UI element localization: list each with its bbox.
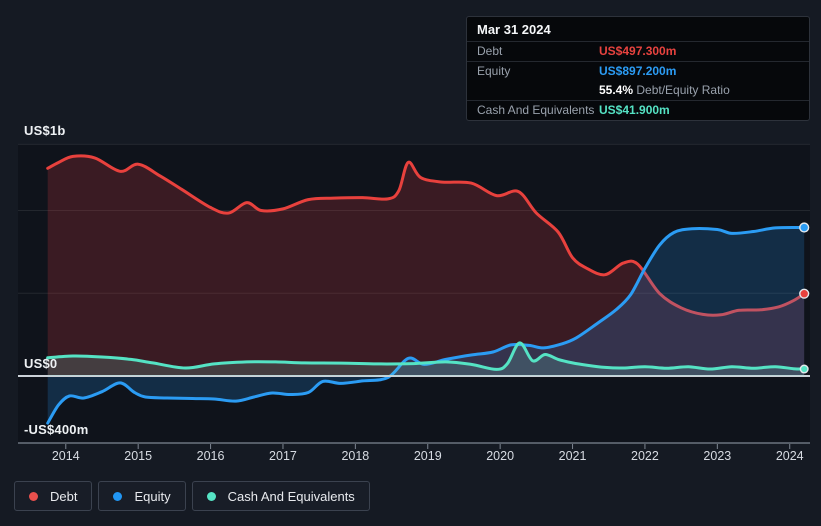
tooltip-ratio-text: Debt/Equity Ratio xyxy=(636,83,730,97)
x-axis-label-2018: 2018 xyxy=(341,449,370,463)
x-axis-year-labels: 2014 2015 2016 2017 2018 2019 2020 2021 2022 2023… xyxy=(0,449,821,465)
x-axis-label-2017: 2017 xyxy=(269,449,297,463)
x-axis-label-2014: 2014 xyxy=(51,449,80,463)
tooltip-date: Mar 31 2024 xyxy=(467,17,809,42)
tooltip-ratio-value: 55.4% xyxy=(599,83,634,97)
x-axis-label-2019: 2019 xyxy=(413,449,442,463)
legend-label: Debt xyxy=(50,488,78,504)
tooltip-debt-label: Debt xyxy=(477,44,503,58)
tooltip-debt-row: Debt US$497.300m xyxy=(467,42,809,62)
legend-label: Cash And Equivalents xyxy=(227,488,355,504)
tooltip-ratio-row: 55.4% Debt/Equity Ratio xyxy=(467,81,809,101)
x-axis-label-2020: 2020 xyxy=(486,449,515,463)
legend-label: Equity xyxy=(134,488,171,504)
tooltip-cash-row: Cash And Equivalents US$41.900m xyxy=(467,101,809,120)
x-axis-label-2021: 2021 xyxy=(558,449,587,463)
debt-end-dot xyxy=(799,288,810,299)
legend-dot xyxy=(113,491,123,501)
legend-item-cash-and-equivalents[interactable]: Cash And Equivalents xyxy=(191,481,370,511)
legend-item-debt[interactable]: Debt xyxy=(14,481,93,511)
tooltip-cash-value: US$41.900m xyxy=(599,103,670,117)
chart-tooltip: Mar 31 2024 Debt US$497.300m Equity US$8… xyxy=(466,16,810,121)
legend-item-equity[interactable]: Equity xyxy=(98,481,186,511)
x-axis-label-2024: 2024 xyxy=(775,449,804,463)
tooltip-equity-value: US$897.200m xyxy=(599,64,677,78)
tooltip-equity-row: Equity US$897.200m xyxy=(467,62,809,81)
equity-end-dot xyxy=(799,222,810,233)
x-axis-label-2015: 2015 xyxy=(124,449,153,463)
tooltip-equity-label: Equity xyxy=(477,64,511,78)
x-axis-label-2023: 2023 xyxy=(703,449,732,463)
tooltip-debt-value: US$497.300m xyxy=(599,44,677,58)
x-axis-label-2016: 2016 xyxy=(196,449,225,463)
y-axis-label-neg400m: -US$400m xyxy=(24,422,89,437)
chart-legend: Debt Equity Cash And Equivalents xyxy=(14,481,370,511)
x-axis-label-2022: 2022 xyxy=(631,449,659,463)
legend-dot xyxy=(29,491,38,501)
legend-dot xyxy=(206,491,216,501)
y-axis-label-1b: US$1b xyxy=(24,123,66,138)
y-axis-label-zero: US$0 xyxy=(24,356,58,371)
tooltip-ratio: 55.4% Debt/Equity Ratio xyxy=(599,83,799,97)
cash-end-dot xyxy=(799,364,809,374)
debt-equity-history-chart: US$1b US$0 -US$400m 2014 2015 2016 2017 2018… xyxy=(0,0,821,526)
tooltip-cash-label: Cash And Equivalents xyxy=(477,103,595,117)
